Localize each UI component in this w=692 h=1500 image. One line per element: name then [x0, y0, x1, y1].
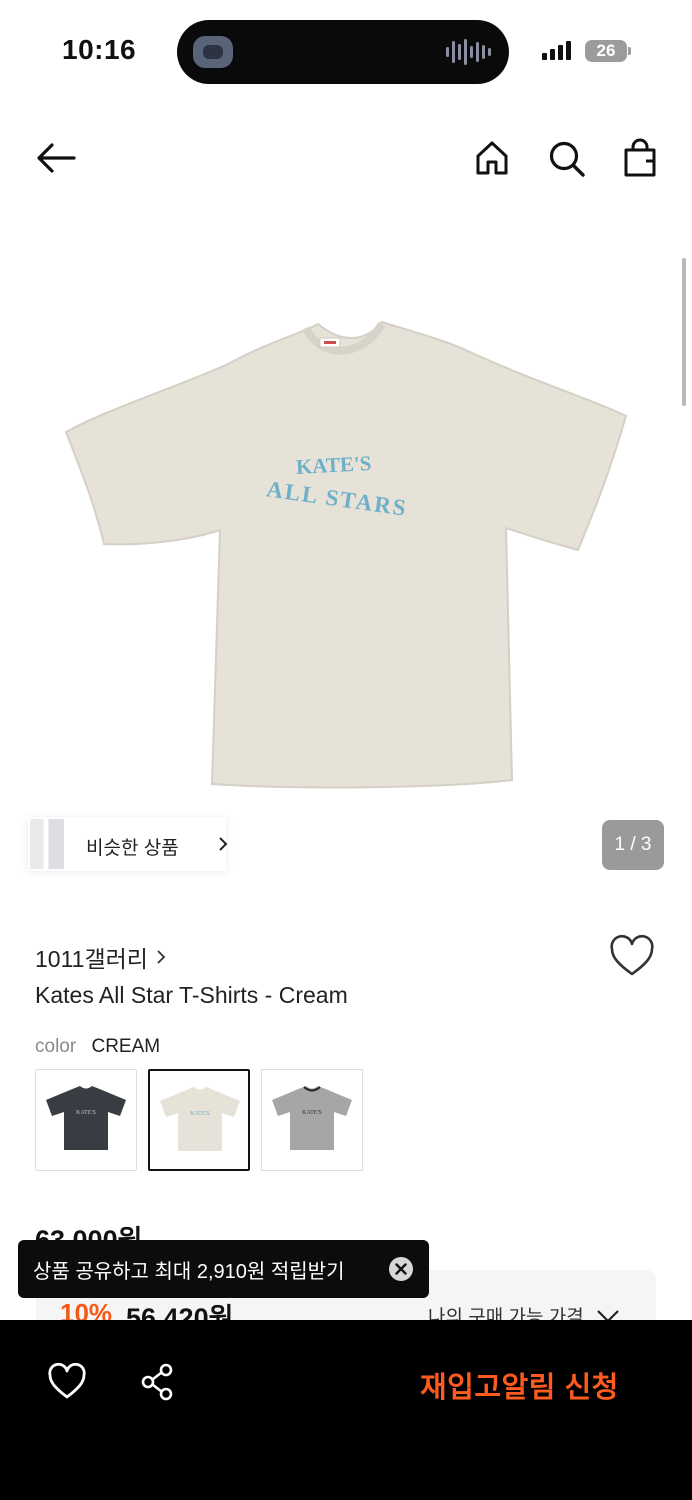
- share-icon: [141, 1363, 173, 1401]
- product-name: Kates All Star T-Shirts - Cream: [35, 982, 348, 1008]
- similar-products-thumbnail: [30, 819, 64, 869]
- color-label: color: [35, 1036, 77, 1057]
- shopping-bag-button[interactable]: [618, 136, 662, 180]
- similar-products-button[interactable]: 비슷한 상품: [28, 817, 228, 871]
- chevron-right-icon: [219, 837, 228, 851]
- toast-close-button[interactable]: [389, 1257, 413, 1281]
- status-time: 10:16: [62, 34, 137, 65]
- color-swatch-charcoal[interactable]: KATE'S: [35, 1069, 137, 1171]
- restock-alert-button[interactable]: 재입고알림 신청: [420, 1364, 619, 1406]
- back-button[interactable]: [34, 136, 78, 180]
- print-text-kates: KATE'S: [295, 451, 372, 479]
- brand-link[interactable]: 1011갤러리: [35, 940, 166, 974]
- share-button[interactable]: [138, 1362, 178, 1402]
- svg-text:KATE'S: KATE'S: [190, 1111, 210, 1117]
- battery-icon: 26: [585, 40, 631, 62]
- audio-wave-icon: [446, 38, 491, 66]
- heart-icon: [48, 1362, 86, 1399]
- tshirt-thumbnail: KATE'S: [160, 1087, 240, 1151]
- bottom-action-bar: 재입고알림 신청: [0, 1320, 692, 1500]
- scrollbar[interactable]: [682, 258, 686, 406]
- home-button[interactable]: [470, 136, 514, 180]
- svg-text:KATE'S: KATE'S: [76, 1110, 96, 1116]
- shopping-bag-icon: [624, 138, 656, 177]
- cellular-signal-icon: [542, 41, 571, 60]
- bottom-wishlist-button[interactable]: [46, 1362, 88, 1402]
- tshirt-thumbnail: KATE'S: [46, 1086, 126, 1150]
- toast-text: 상품 공유하고 최대 2,910원 적립받기: [33, 1260, 345, 1283]
- color-swatch-gray[interactable]: KATE'S: [261, 1069, 363, 1171]
- search-button[interactable]: [544, 136, 588, 180]
- search-icon: [549, 141, 585, 177]
- home-icon: [476, 141, 508, 175]
- color-value: CREAM: [91, 1036, 161, 1057]
- heart-outline-icon: [610, 934, 654, 976]
- image-page-indicator: 1 / 3: [602, 820, 664, 870]
- color-row: color CREAM: [35, 1036, 160, 1058]
- share-reward-toast: 상품 공유하고 최대 2,910원 적립받기: [18, 1240, 429, 1298]
- close-icon: [395, 1263, 407, 1275]
- svg-text:KATE'S: KATE'S: [302, 1110, 322, 1116]
- wishlist-button[interactable]: [608, 934, 656, 980]
- arrow-left-icon: [37, 143, 76, 173]
- tshirt-thumbnail: KATE'S: [272, 1086, 352, 1150]
- dynamic-island: [177, 20, 509, 84]
- brand-name: 1011갤러리: [35, 946, 148, 972]
- product-image[interactable]: KATE'S ALL STARS: [0, 200, 692, 820]
- tshirt-illustration: KATE'S ALL STARS: [64, 320, 628, 789]
- similar-products-label: 비슷한 상품: [86, 838, 179, 859]
- app-activity-icon: [193, 36, 233, 68]
- chevron-right-icon: [157, 950, 166, 964]
- color-swatch-cream[interactable]: KATE'S: [148, 1069, 250, 1171]
